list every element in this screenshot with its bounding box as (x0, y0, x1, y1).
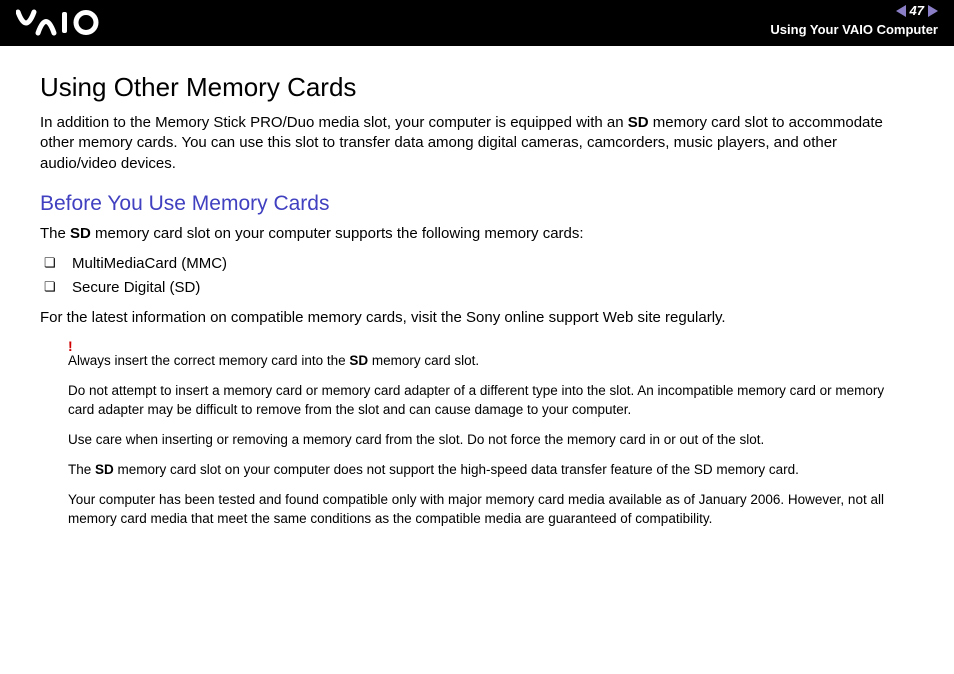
warn4-pre: The (68, 462, 95, 477)
warn1-bold: SD (349, 353, 368, 368)
intro-paragraph: In addition to the Memory Stick PRO/Duo … (40, 113, 914, 174)
list-item: MultiMediaCard (MMC) (44, 252, 914, 276)
prev-page-arrow-icon[interactable] (896, 5, 906, 17)
supported-cards-list: MultiMediaCard (MMC) Secure Digital (SD) (40, 252, 914, 300)
list-item: Secure Digital (SD) (44, 276, 914, 300)
warn4-post: memory card slot on your computer does n… (114, 462, 799, 477)
vaio-logo (16, 8, 116, 45)
after-bullets-paragraph: For the latest information on compatible… (40, 308, 914, 328)
sub-intro-bold: SD (70, 225, 91, 242)
warn1-post: memory card slot. (368, 353, 479, 368)
warning-paragraph: Always insert the correct memory card in… (68, 352, 914, 370)
warning-block: ! Always insert the correct memory card … (68, 338, 914, 528)
warn4-bold: SD (95, 462, 114, 477)
page-number: 47 (910, 3, 924, 18)
page-title: Using Other Memory Cards (40, 72, 914, 103)
page-navigation: 47 (896, 3, 938, 18)
warn1-pre: Always insert the correct memory card in… (68, 353, 349, 368)
breadcrumb: Using Your VAIO Computer (770, 22, 938, 37)
sub-intro-pre: The (40, 225, 70, 242)
warning-paragraph: The SD memory card slot on your computer… (68, 461, 914, 479)
page-header: 47 Using Your VAIO Computer (0, 0, 954, 46)
page-content: Using Other Memory Cards In addition to … (0, 46, 954, 528)
intro-text-pre: In addition to the Memory Stick PRO/Duo … (40, 114, 628, 131)
sub-intro-post: memory card slot on your computer suppor… (91, 225, 584, 242)
warning-paragraph: Your computer has been tested and found … (68, 491, 914, 527)
intro-bold: SD (628, 114, 649, 131)
warning-paragraph: Do not attempt to insert a memory card o… (68, 382, 914, 418)
warning-paragraph: Use care when inserting or removing a me… (68, 431, 914, 449)
section-subtitle: Before You Use Memory Cards (40, 192, 914, 216)
next-page-arrow-icon[interactable] (928, 5, 938, 17)
sub-intro-paragraph: The SD memory card slot on your computer… (40, 224, 914, 244)
